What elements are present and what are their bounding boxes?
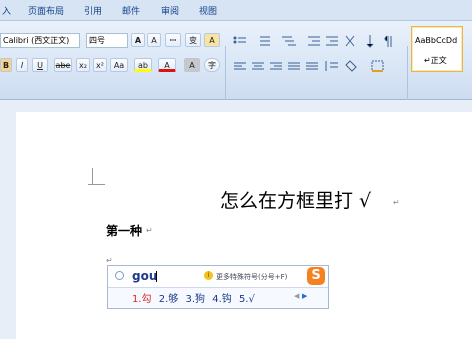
ribbon-tabs: 入 页面布局 引用 邮件 审阅 视图 [0,0,472,21]
style-name: ↵正文 [424,56,447,65]
enclose-char-button[interactable]: 字 [204,58,220,72]
document-subtitle: 第一种 [106,224,143,238]
paragraph-mark: ↵ [106,256,113,265]
ime-caret [156,271,157,282]
candidate-item-5[interactable]: 5.√ [239,294,255,305]
tab-insert[interactable]: 入 [2,4,11,17]
shading-icon [345,60,357,72]
phonetic-guide-button[interactable]: 变 [185,33,201,47]
page-next-icon[interactable]: ▶ [302,292,307,300]
tab-page-layout[interactable]: 页面布局 [28,4,64,17]
tab-view[interactable]: 视图 [199,4,217,17]
increase-indent-icon [326,36,338,46]
candidate-item-4[interactable]: 4.钩 [212,294,232,305]
candidate-item-1[interactable]: 1.勾 [132,294,152,305]
italic-button[interactable]: I [16,58,28,72]
underline-button[interactable]: U [32,58,48,72]
numbering-icon [260,36,270,46]
crop-mark [88,184,105,185]
grow-font-button[interactable]: A [131,33,145,47]
align-center-icon [252,62,264,70]
style-normal-item[interactable]: AaBbCcDd ↵正文 [411,26,463,72]
sogou-logo-icon[interactable]: S [307,267,325,285]
char-shading-button[interactable]: A [184,58,200,72]
shrink-font-button[interactable]: A [147,33,161,47]
style-preview: AaBbCcDd [415,36,458,45]
page-prev-icon[interactable]: ◀ [294,292,299,300]
justify-icon [288,62,300,70]
align-right-icon [270,62,282,70]
font-name-combo[interactable]: Calibri (西文正文) [0,33,80,48]
crop-mark [92,168,93,185]
candidate-item-2[interactable]: 2.够 [159,294,179,305]
tab-references[interactable]: 引用 [84,4,102,17]
font-size-combo[interactable]: 四号 [86,33,128,48]
ime-candidate-window: gou i 更多特殊符号(分号+F) S 1.勾 2.够 3.狗 4.钩 5.√… [107,265,329,309]
tab-mailings[interactable]: 邮件 [122,4,140,17]
subscript-button[interactable]: x₂ [76,58,90,72]
ime-input-text: gou [132,269,158,283]
change-case-button[interactable]: Aa [110,58,128,72]
align-left-icon [234,62,246,70]
borders-icon [371,60,384,72]
line-spacing-icon [325,61,338,71]
info-icon: i [204,271,213,280]
bold-button[interactable]: B [0,58,12,72]
lightbulb-icon [115,271,124,280]
ime-candidate-list: 1.勾 2.够 3.狗 4.钩 5.√ [132,290,255,305]
decrease-indent-icon [308,36,320,46]
paragraph-icons [233,35,392,72]
distributed-icon [306,62,318,70]
candidate-item-3[interactable]: 3.狗 [185,294,205,305]
ribbon: Calibri (西文正文) 四号 A A ꟷ 变 A B I U abe x₂… [0,21,472,118]
highlight-button[interactable]: ab [134,58,152,72]
multilevel-list-icon [282,36,296,46]
clear-format-button[interactable]: ꟷ [165,33,181,47]
char-border-button[interactable]: A [204,33,220,47]
superscript-button[interactable]: x² [93,58,107,72]
show-marks-icon [384,35,392,47]
chinese-layout-icon [345,35,355,47]
font-color-button[interactable]: A [158,58,176,72]
document-title: 怎么在方框里打 √ [220,190,372,212]
strikethrough-button[interactable]: abe [54,58,72,72]
paragraph-mark: ↵ [146,226,153,235]
tab-review[interactable]: 审阅 [161,4,179,17]
ime-hint: 更多特殊符号(分号+F) [216,273,288,281]
bullets-icon [233,36,246,44]
paragraph-mark: ↵ [393,198,400,207]
sort-icon [366,35,374,48]
